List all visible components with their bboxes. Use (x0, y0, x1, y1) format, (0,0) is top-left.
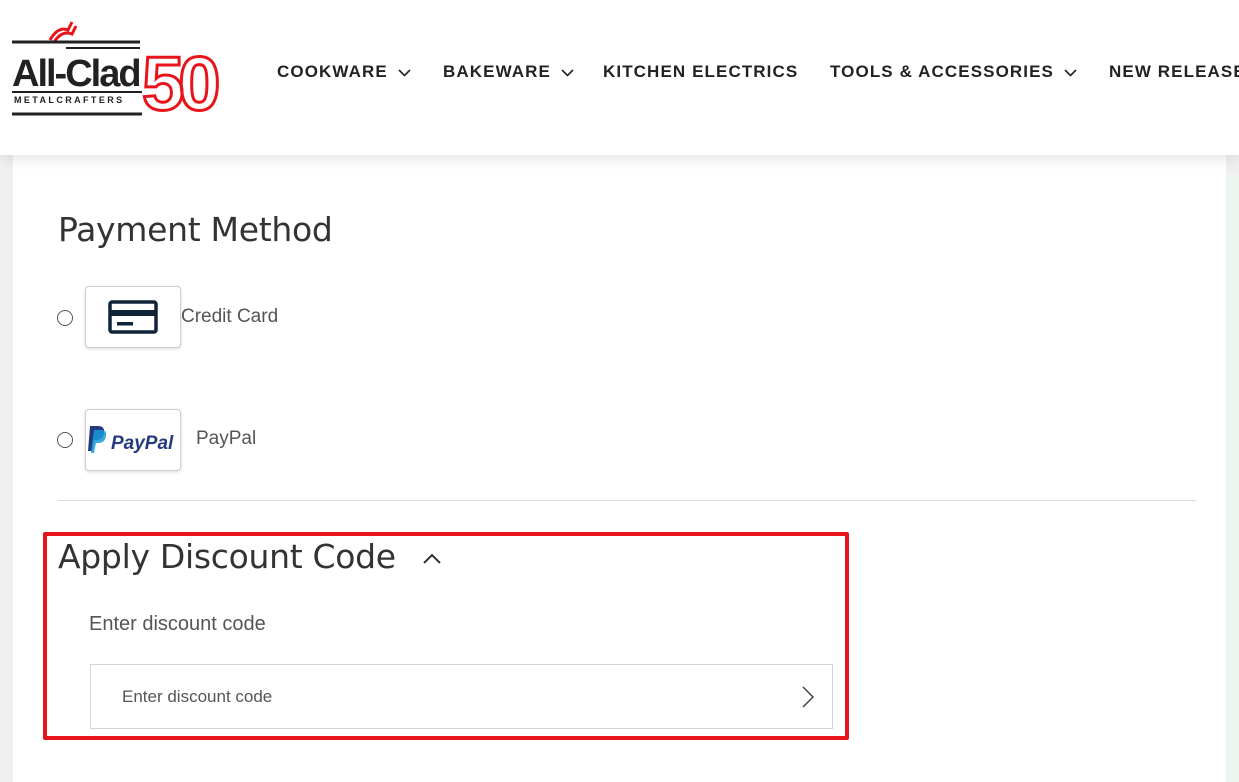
paypal-wordmark: PayPal (111, 433, 174, 454)
nav-bakeware[interactable]: BAKEWARE (443, 62, 574, 82)
section-divider (58, 500, 1196, 501)
discount-code-toggle[interactable]: Apply Discount Code (58, 537, 442, 576)
nav-tools-accessories-label: TOOLS & ACCESSORIES (830, 62, 1054, 81)
nav-new-release-label: NEW RELEASE (1109, 62, 1239, 81)
chevron-up-icon (423, 553, 441, 564)
nav-kitchen-electrics[interactable]: KITCHEN ELECTRICS (603, 62, 798, 82)
site-header: All-Clad METALCRAFTERS 50 COOKWARE BAKEW… (0, 0, 1239, 155)
brand-wordmark: All-Clad (12, 53, 140, 95)
chevron-right-icon[interactable] (800, 685, 816, 709)
nav-tools-accessories[interactable]: TOOLS & ACCESSORIES (830, 62, 1077, 82)
paypal-radio[interactable] (57, 432, 73, 448)
chevron-down-icon (561, 68, 574, 77)
chevron-down-icon (1064, 68, 1077, 77)
credit-card-option-box[interactable] (85, 286, 181, 348)
chevron-down-icon (398, 68, 411, 77)
order-summary-edge (1226, 175, 1239, 782)
checkout-panel: Payment Method Credit Card PayPal PayPal… (13, 155, 1226, 782)
nav-new-release[interactable]: NEW RELEASE (1109, 62, 1239, 82)
payment-method-title: Payment Method (58, 210, 333, 249)
brand-tagline: METALCRAFTERS (14, 95, 125, 105)
nav-kitchen-electrics-label: KITCHEN ELECTRICS (603, 62, 799, 81)
nav-cookware[interactable]: COOKWARE (277, 62, 411, 82)
anniversary-50-mark: 50 (142, 42, 218, 118)
paypal-option-box[interactable]: PayPal (85, 409, 181, 471)
paypal-label[interactable]: PayPal (196, 428, 256, 450)
nav-bakeware-label: BAKEWARE (443, 62, 551, 81)
discount-code-field (90, 664, 833, 729)
nav-cookware-label: COOKWARE (277, 62, 388, 81)
discount-code-title: Apply Discount Code (58, 537, 396, 576)
paypal-logo: PayPal (88, 426, 174, 454)
discount-code-label: Enter discount code (89, 613, 266, 635)
credit-card-label[interactable]: Credit Card (181, 306, 278, 328)
credit-card-radio[interactable] (57, 310, 73, 326)
discount-code-input[interactable] (91, 665, 781, 728)
all-clad-50-logo[interactable]: All-Clad METALCRAFTERS 50 (10, 18, 240, 129)
credit-card-icon (108, 300, 158, 334)
